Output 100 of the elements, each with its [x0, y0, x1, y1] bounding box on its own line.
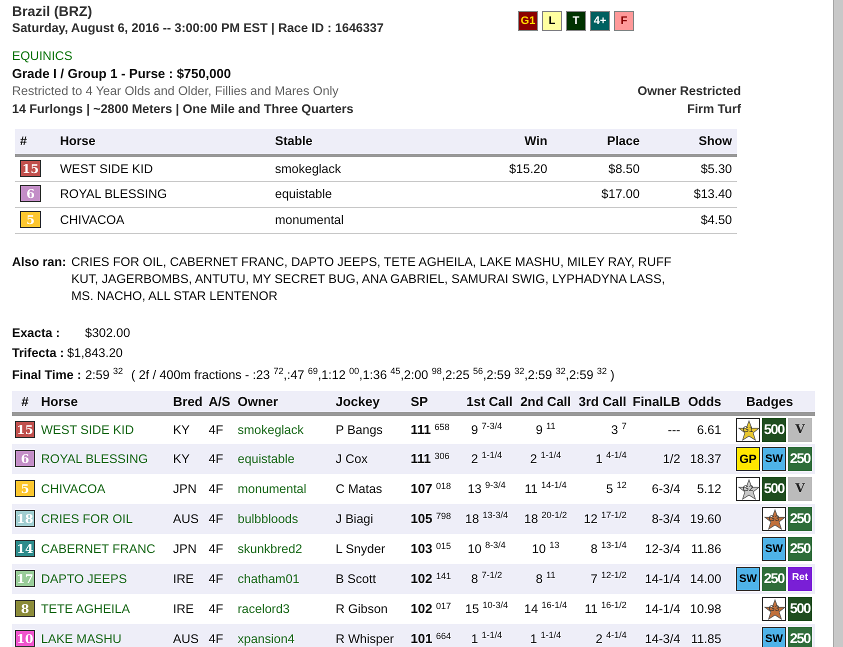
horse-link[interactable]: CHIVACOA: [38, 474, 170, 504]
owner-link[interactable]: skunkbred2: [234, 534, 333, 564]
call-position: 8 $^{11}$: [536, 572, 556, 586]
post-number: 5: [20, 211, 41, 228]
speed-figure: 105 $^{798}$: [410, 511, 451, 526]
owner-link[interactable]: smokeglack: [234, 414, 333, 444]
v-badge: V: [788, 418, 812, 442]
age-sex-cell: 4F: [206, 444, 235, 474]
speed-figure: 111 $^{306}$: [410, 451, 450, 466]
column-header: 1st Call: [458, 390, 516, 414]
final-lengths: 6-3/4: [630, 474, 684, 504]
points-badge: 250: [788, 537, 812, 562]
horse-link[interactable]: TETE AGHEILA: [38, 594, 170, 624]
payout-amount: $17.00: [552, 182, 645, 208]
speed-figure: 111 $^{658}$: [410, 422, 450, 438]
race-tag: 4+: [590, 11, 610, 31]
column-header: Show: [644, 128, 737, 155]
horse-link[interactable]: ROYAL BLESSING: [38, 444, 170, 474]
post-number: 17: [15, 570, 35, 587]
column-header: Horse: [38, 390, 170, 414]
horse-link[interactable]: LAKE MASHU: [38, 624, 170, 647]
call-position: 11 $^{16-1/2}$: [584, 602, 627, 616]
bred-cell: JPN: [170, 534, 206, 564]
bred-cell: AUS: [170, 504, 206, 534]
odds-cell: 18.37: [683, 444, 724, 474]
also-ran-list: CRIES FOR OIL, CABERNET FRANC, DAPTO JEEPS, TETE AGHEILA, LAKE MASHU, MILEY RAY, RUFF KUT, JAGERBOMBS, ANTUTU, MY SECRET BUG, ANA GABRIEL, SAMURAI SWIG, LYPHADYNA LASS, MS. NACHO, ALL STAR LENTENOR: [71, 254, 672, 305]
race-tag: F: [614, 11, 634, 31]
column-header: Place: [552, 128, 645, 155]
age-sex-cell: 4F: [206, 474, 235, 504]
payout-amount: $15.20: [460, 155, 552, 182]
ret-badge: Ret: [788, 567, 812, 592]
bred-cell: KY: [170, 414, 206, 444]
final-lengths: 1/2: [630, 444, 684, 474]
bred-cell: JPN: [170, 474, 206, 504]
call-position: 8 $^{13-1/4}$: [590, 542, 627, 556]
horse-link[interactable]: DAPTO JEEPS: [38, 564, 170, 594]
owner-link[interactable]: chatham01: [234, 564, 333, 594]
owner-link[interactable]: racelord3: [234, 594, 333, 624]
age-sex-cell: 4F: [206, 564, 235, 594]
final-time: 2:59 $^{32}$: [85, 365, 124, 384]
age-sex-cell: 4F: [206, 504, 235, 534]
surface: Firm Turf: [687, 100, 741, 118]
call-position: 10 $^{8-3/4}$: [468, 542, 506, 556]
scrollbar[interactable]: [833, 0, 843, 647]
owner-restriction: Owner Restricted: [637, 82, 741, 100]
jockey-name: C Matas: [332, 474, 408, 504]
final-lengths: 14-1/4: [630, 594, 684, 624]
column-header: Jockey: [332, 390, 408, 414]
owner-link[interactable]: xpansion4: [234, 624, 333, 647]
payout-amount: $4.50: [644, 208, 737, 234]
owner-link[interactable]: equistable: [234, 444, 333, 474]
column-header: #: [15, 128, 55, 155]
column-header: SP: [408, 390, 458, 414]
age-sex-cell: 4F: [206, 534, 235, 564]
race-restriction: Restricted to 4 Year Olds and Older, Fillies and Mares Only: [12, 82, 339, 100]
grade-label: G1: [742, 425, 754, 434]
bred-cell: IRE: [170, 594, 206, 624]
call-position: 10 $^{13}$: [532, 542, 560, 556]
final-lengths: ---: [630, 414, 684, 444]
gp-badge: GP: [736, 447, 760, 472]
final-lengths: 12-3/4: [630, 534, 684, 564]
payout-amount: $13.40: [644, 182, 737, 208]
horse-link[interactable]: CABERNET FRANC: [38, 534, 170, 564]
post-number: 15: [15, 420, 35, 438]
odds-cell: 19.60: [683, 504, 724, 534]
points-badge: 500: [762, 418, 786, 442]
payout-amount: $8.50: [552, 155, 645, 182]
column-header: Horse: [55, 128, 270, 155]
call-position: 2 $^{4-1/4}$: [596, 632, 627, 646]
column-header: Bred: [170, 390, 206, 414]
odds-cell: 10.98: [683, 594, 724, 624]
race-tag: T: [566, 11, 586, 31]
horse-link[interactable]: CRIES FOR OIL: [38, 504, 170, 534]
final-time-label: Final Time :: [12, 366, 82, 384]
race-date: Saturday, August 6, 2016 -- 3:00:00 PM EST | Race ID : 1646337: [12, 20, 384, 37]
race-tag: G1: [518, 11, 538, 31]
speed-figure: 107 $^{018}$: [410, 481, 451, 496]
post-number: 15: [20, 160, 41, 176]
also-ran-label: Also ran:: [12, 254, 66, 271]
speed-figure: 101 $^{664}$: [410, 631, 451, 646]
call-position: 1 $^{1-1/4}$: [471, 632, 502, 646]
column-header: FinalLB: [630, 390, 684, 414]
post-number: 18: [15, 510, 35, 527]
call-position: 7 $^{12-1/2}$: [590, 572, 627, 586]
horse-link[interactable]: WEST SIDE KID: [38, 414, 170, 444]
owner-link[interactable]: bulbbloods: [234, 504, 333, 534]
bred-cell: AUS: [170, 624, 206, 647]
sponsor-link[interactable]: EQUINICS: [12, 48, 833, 65]
age-sex-cell: 4F: [206, 414, 235, 444]
call-position: 2 $^{1-1/4}$: [530, 452, 562, 466]
final-lengths: 8-3/4: [630, 504, 684, 534]
points-badge: 250: [762, 567, 786, 592]
grade-label: G2: [742, 484, 754, 494]
horse-name: ROYAL BLESSING: [55, 182, 270, 208]
jockey-name: L Snyder: [332, 534, 408, 564]
owner-link[interactable]: monumental: [234, 474, 333, 504]
odds-cell: 11.85: [683, 624, 724, 647]
column-header: 2nd Call: [516, 390, 576, 414]
jockey-name: P Bangs: [332, 414, 408, 444]
call-position: 9 $^{7-3/4}$: [471, 422, 502, 437]
